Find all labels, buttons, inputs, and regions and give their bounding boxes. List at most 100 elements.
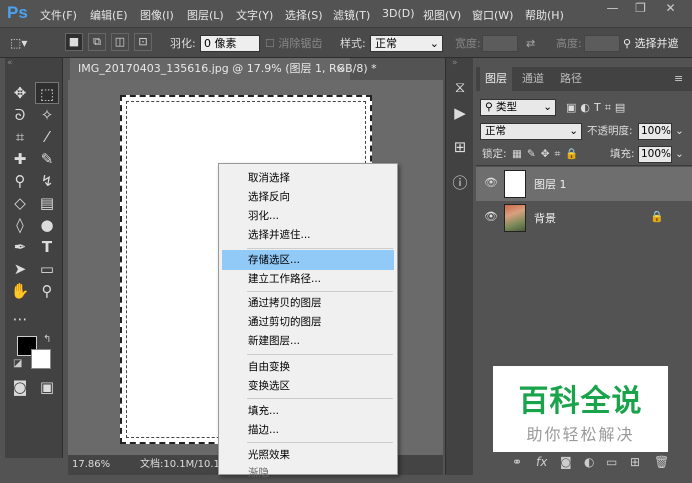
- history-brush-icon[interactable]: ↯: [35, 170, 59, 192]
- magic-wand-icon[interactable]: ✧: [35, 104, 59, 126]
- menu-item-free-transform[interactable]: 自由变换: [222, 357, 394, 377]
- quick-mask-icon[interactable]: ◙: [8, 376, 32, 398]
- pen-tool-icon[interactable]: ✒: [8, 236, 32, 258]
- menu-item-layer-via-copy[interactable]: 通过拷贝的图层: [222, 293, 394, 313]
- crop-tool-icon[interactable]: ⌗: [8, 126, 32, 148]
- chevron-down-icon[interactable]: ⌄: [675, 146, 684, 163]
- menu-item-feather[interactable]: 羽化...: [222, 206, 394, 226]
- intersect-selection-icon[interactable]: ⊡: [134, 33, 152, 51]
- minimize-button[interactable]: —: [600, 0, 625, 18]
- eye-icon[interactable]: 👁: [484, 176, 498, 190]
- menu-view[interactable]: 视图(V): [423, 7, 461, 23]
- add-selection-icon[interactable]: ⧉: [88, 33, 106, 51]
- menu-item-transform-selection[interactable]: 变换选区: [222, 376, 394, 396]
- menu-layer[interactable]: 图层(L): [187, 7, 224, 23]
- gradient-tool-icon[interactable]: ▤: [35, 192, 59, 214]
- menu-item-stroke[interactable]: 描边...: [222, 420, 394, 440]
- tab-channels[interactable]: 通道: [516, 67, 550, 91]
- rectangle-tool-icon[interactable]: ▭: [35, 258, 59, 280]
- marquee-preset-icon[interactable]: ⬚▾: [10, 34, 27, 53]
- menu-item-lighting-effects[interactable]: 光照效果: [222, 445, 394, 465]
- opacity-input[interactable]: 100%: [638, 123, 672, 140]
- eraser-tool-icon[interactable]: ◇: [8, 192, 32, 214]
- adjustment-layer-icon[interactable]: ◐: [584, 455, 594, 469]
- path-selection-icon[interactable]: ➤: [8, 258, 32, 280]
- lock-icons[interactable]: ▦✎✥⌗🔒: [512, 146, 584, 163]
- chevron-down-icon[interactable]: ⌄: [675, 123, 684, 140]
- panel-menu-icon[interactable]: ≡: [674, 72, 683, 85]
- subtract-selection-icon[interactable]: ◫: [111, 33, 129, 51]
- height-input[interactable]: [584, 35, 620, 52]
- menu-window[interactable]: 窗口(W): [472, 7, 513, 23]
- new-selection-icon[interactable]: ■: [65, 33, 83, 51]
- fill-input[interactable]: 100%: [638, 146, 672, 163]
- new-layer-icon[interactable]: ⊞: [630, 455, 640, 469]
- close-window-button[interactable]: ✕: [658, 0, 683, 18]
- close-tab-icon[interactable]: ×: [336, 58, 345, 80]
- tab-paths[interactable]: 路径: [554, 67, 588, 91]
- menu-item-fill[interactable]: 填充...: [222, 401, 394, 421]
- eye-icon[interactable]: 👁: [484, 210, 498, 224]
- menu-type[interactable]: 文字(Y): [236, 7, 273, 23]
- menu-item-new-layer[interactable]: 新建图层...: [222, 331, 394, 351]
- layer-row-layer1[interactable]: 👁 图层 1: [476, 167, 692, 201]
- clone-stamp-icon[interactable]: ⚲: [8, 170, 32, 192]
- swap-icon[interactable]: ⇄: [526, 34, 535, 53]
- brush-tool-icon[interactable]: ✎: [35, 148, 59, 170]
- default-colors-icon[interactable]: ◪: [13, 358, 22, 369]
- info-panel-icon[interactable]: ⓘ: [448, 172, 472, 194]
- link-layers-icon[interactable]: ⚭: [512, 455, 522, 469]
- more-tools-icon[interactable]: ⋯: [8, 308, 32, 330]
- menu-item-layer-via-cut[interactable]: 通过剪切的图层: [222, 312, 394, 332]
- menu-image[interactable]: 图像(I): [140, 7, 174, 23]
- actions-panel-icon[interactable]: ▶: [448, 102, 472, 124]
- history-panel-icon[interactable]: ⧖: [448, 76, 472, 98]
- menu-item-deselect[interactable]: 取消选择: [222, 168, 394, 188]
- collapse-icon[interactable]: «: [7, 58, 13, 68]
- style-value: 正常: [375, 37, 397, 50]
- fx-icon[interactable]: fx: [536, 455, 547, 469]
- menu-select[interactable]: 选择(S): [285, 7, 323, 23]
- menu-item-select-and-mask[interactable]: 选择并遮住...: [222, 225, 394, 245]
- move-tool-icon[interactable]: ✥: [8, 82, 32, 104]
- document-tab[interactable]: IMG_20170403_135616.jpg @ 17.9% (图层 1, R…: [70, 58, 377, 80]
- background-color-swatch[interactable]: [31, 349, 51, 369]
- menu-3d[interactable]: 3D(D): [382, 7, 415, 20]
- menu-item-inverse[interactable]: 选择反向: [222, 187, 394, 207]
- dodge-tool-icon[interactable]: ●: [35, 214, 59, 236]
- select-and-mask-button[interactable]: ⚲ 选择并遮: [623, 34, 679, 53]
- blur-tool-icon[interactable]: ◊: [8, 214, 32, 236]
- type-tool-icon[interactable]: T: [35, 236, 59, 258]
- layer-filter-select[interactable]: ⚲ 类型 ⌄: [480, 99, 556, 116]
- menu-file[interactable]: 文件(F): [40, 7, 77, 23]
- style-select[interactable]: 正常 ⌄: [370, 35, 443, 52]
- zoom-level[interactable]: 17.86%: [72, 455, 110, 475]
- expand-icon[interactable]: »: [452, 58, 458, 68]
- tab-layers[interactable]: 图层: [480, 67, 512, 91]
- menu-item-fade[interactable]: 渐隐: [222, 463, 394, 483]
- properties-panel-icon[interactable]: ⊞: [448, 136, 472, 158]
- layer-row-background[interactable]: 👁 背景 🔒: [476, 201, 692, 235]
- blend-mode-select[interactable]: 正常 ⌄: [480, 123, 582, 140]
- menu-item-save-selection[interactable]: 存储选区...: [222, 250, 394, 270]
- zoom-tool-icon[interactable]: ⚲: [35, 280, 59, 302]
- menu-help[interactable]: 帮助(H): [525, 7, 564, 23]
- menu-edit[interactable]: 编辑(E): [90, 7, 128, 23]
- rectangular-marquee-icon[interactable]: ⬚: [35, 82, 59, 104]
- add-mask-icon[interactable]: ◙: [560, 455, 572, 469]
- lasso-tool-icon[interactable]: ᘐ: [8, 104, 32, 126]
- restore-button[interactable]: ❐: [628, 0, 653, 18]
- healing-brush-icon[interactable]: ✚: [8, 148, 32, 170]
- filter-icons[interactable]: ▣◐T⌗▤: [566, 99, 629, 116]
- screen-mode-icon[interactable]: ▣: [35, 376, 59, 398]
- menu-item-make-work-path[interactable]: 建立工作路径...: [222, 269, 394, 289]
- antialias-checkbox[interactable]: ☐ 消除锯齿: [265, 34, 322, 53]
- swap-colors-icon[interactable]: ↰: [43, 334, 51, 345]
- eyedropper-icon[interactable]: ⁄: [35, 126, 59, 148]
- new-group-icon[interactable]: ▭: [606, 455, 617, 469]
- trash-icon[interactable]: 🗑: [654, 455, 669, 469]
- feather-input[interactable]: 0 像素: [200, 35, 260, 52]
- menu-filter[interactable]: 滤镜(T): [333, 7, 370, 23]
- width-input[interactable]: [482, 35, 518, 52]
- hand-tool-icon[interactable]: ✋: [8, 280, 32, 302]
